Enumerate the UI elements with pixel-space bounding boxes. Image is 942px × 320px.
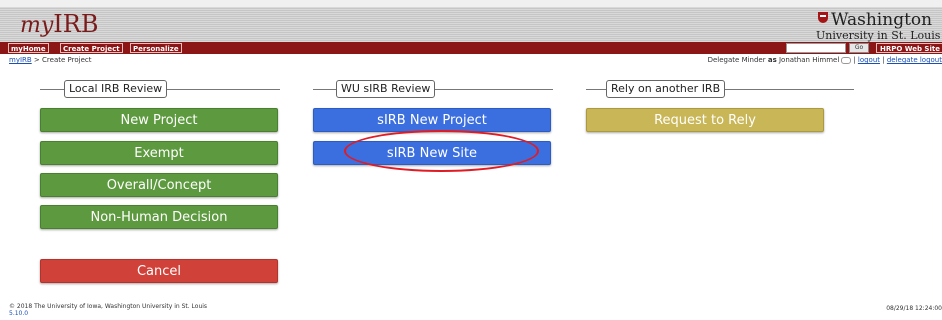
non-human-decision-button[interactable]: Non-Human Decision (40, 205, 278, 229)
chat-bubble-icon[interactable] (841, 56, 852, 64)
nav-bar: myHome Create Project Personalize Go HRP… (0, 42, 942, 54)
breadcrumb-current: Create Project (42, 56, 92, 64)
copyright-text: © 2018 The University of Iowa, Washingto… (9, 303, 208, 310)
hrpo-web-site-link[interactable]: HRPO Web Site (876, 43, 942, 53)
version-link[interactable]: 5.10.0 (9, 310, 207, 317)
local-irb-review-section: Local IRB Review (40, 80, 280, 98)
delegate-info: Delegate Minder as Jonathan Himmel | logo… (707, 56, 942, 64)
overall-concept-button[interactable]: Overall/Concept (40, 173, 278, 197)
breadcrumb: myIRB > Create Project (9, 56, 92, 64)
request-to-rely-button[interactable]: Request to Rely (586, 108, 824, 132)
institution-name: Washington (831, 10, 933, 30)
exempt-button[interactable]: Exempt (40, 141, 278, 165)
delegate-logout-link[interactable]: delegate logout (887, 56, 942, 64)
footer: © 2018 The University of Iowa, Washingto… (9, 303, 207, 317)
sirb-new-project-button[interactable]: sIRB New Project (313, 108, 551, 132)
nav-myhome[interactable]: myHome (8, 43, 49, 53)
header-banner: myIRB Washington University in St. Louis (0, 7, 942, 42)
breadcrumb-home-link[interactable]: myIRB (9, 56, 32, 64)
sirb-new-site-button[interactable]: sIRB New Site (313, 141, 551, 165)
rely-on-another-irb-title: Rely on another IRB (606, 80, 726, 98)
rely-on-another-irb-section: Rely on another IRB (586, 80, 854, 98)
wu-sirb-review-section: WU sIRB Review (313, 80, 553, 98)
timestamp: 08/29/18 12:24:00 (886, 305, 942, 312)
nav-create-project[interactable]: Create Project (60, 43, 123, 53)
myirb-logo[interactable]: myIRB (20, 10, 98, 38)
university-shield-icon (818, 12, 828, 23)
wu-sirb-review-title: WU sIRB Review (336, 80, 436, 98)
search-input[interactable] (786, 43, 846, 53)
cancel-button[interactable]: Cancel (40, 259, 278, 283)
logout-link[interactable]: logout (858, 56, 880, 64)
nav-personalize[interactable]: Personalize (130, 43, 182, 53)
local-irb-review-title: Local IRB Review (64, 80, 168, 98)
go-button[interactable]: Go (849, 43, 869, 53)
institution-subtitle: University in St. Louis (816, 29, 941, 42)
new-project-button[interactable]: New Project (40, 108, 278, 132)
